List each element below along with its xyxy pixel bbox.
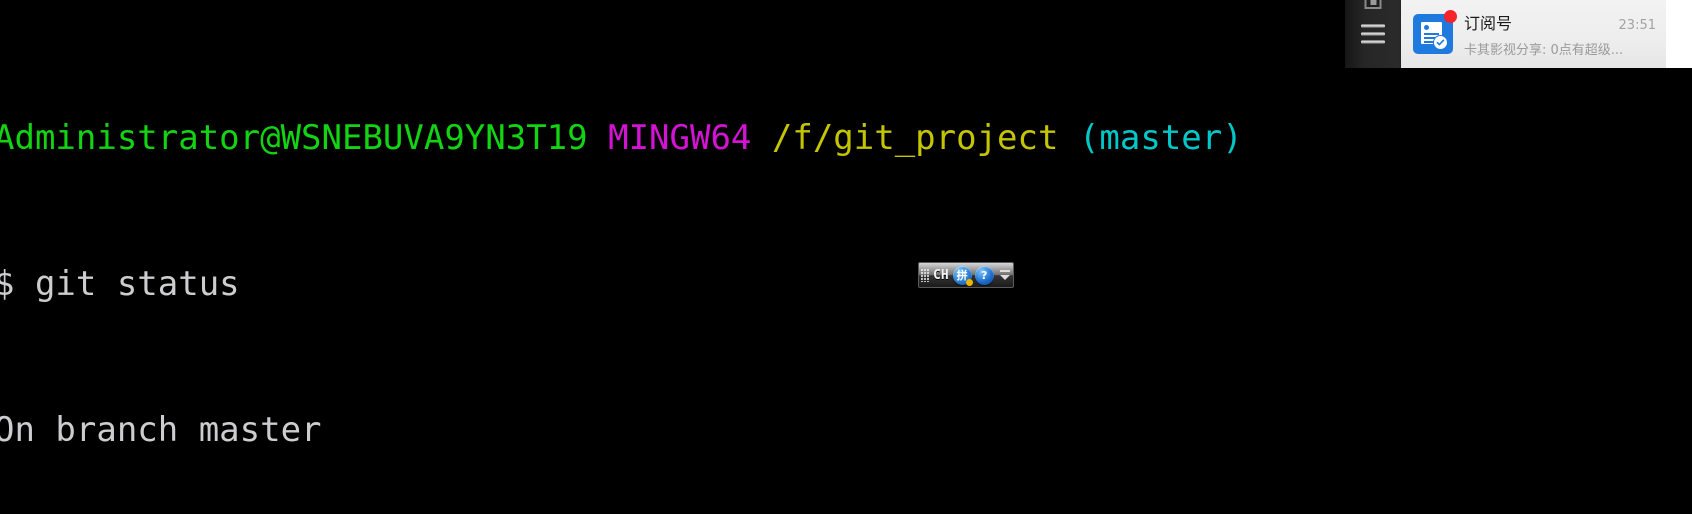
terminal-output: Administrator@WSNEBUVA9YN3T19 MINGW64 /f…: [0, 10, 1550, 514]
notification-edge-filler: [1666, 0, 1692, 68]
notification-title: 订阅号: [1464, 14, 1513, 33]
avatar: [1413, 10, 1457, 54]
prompt-path: /f/git_project: [771, 117, 1059, 158]
terminal-command-line: $ git status: [0, 263, 1550, 304]
prompt-symbol: $: [0, 263, 15, 304]
terminal-prompt-line: Administrator@WSNEBUVA9YN3T19 MINGW64 /f…: [0, 117, 1550, 158]
notification-toast[interactable]: 订阅号 23:51 卡其影视分享: 0点有超级...: [1401, 0, 1666, 68]
question-mark-icon[interactable]: ?: [974, 265, 994, 285]
prompt-shell: MINGW64: [608, 117, 752, 158]
verified-check-icon: [1433, 35, 1448, 50]
notification-body: 卡其影视分享: 0点有超级...: [1464, 43, 1624, 58]
notification-timestamp: 23:51: [1618, 18, 1656, 33]
ime-language-bar[interactable]: CH 拼 ?: [918, 262, 1014, 288]
prompt-branch: (master): [1078, 117, 1243, 158]
app-square-icon: [1364, 0, 1382, 9]
chevron-down-icon[interactable]: [997, 263, 1013, 287]
unread-badge: [1444, 10, 1457, 23]
notification-content: 订阅号 23:51 卡其影视分享: 0点有超级...: [1464, 10, 1656, 58]
hamburger-menu-icon[interactable]: [1361, 24, 1385, 44]
output-branch-line: On branch master: [0, 409, 322, 450]
pinyin-icon[interactable]: 拼: [952, 265, 973, 286]
prompt-user-host: Administrator@WSNEBUVA9YN3T19: [0, 117, 588, 158]
drag-grip-icon[interactable]: [919, 263, 931, 287]
command-text: git status: [34, 263, 240, 304]
notification-header: 订阅号 23:51: [1464, 10, 1656, 34]
taskbar-dark-panel[interactable]: [1345, 0, 1401, 68]
ime-language-label[interactable]: CH: [931, 268, 953, 283]
desktop-background-right: [1345, 68, 1692, 514]
